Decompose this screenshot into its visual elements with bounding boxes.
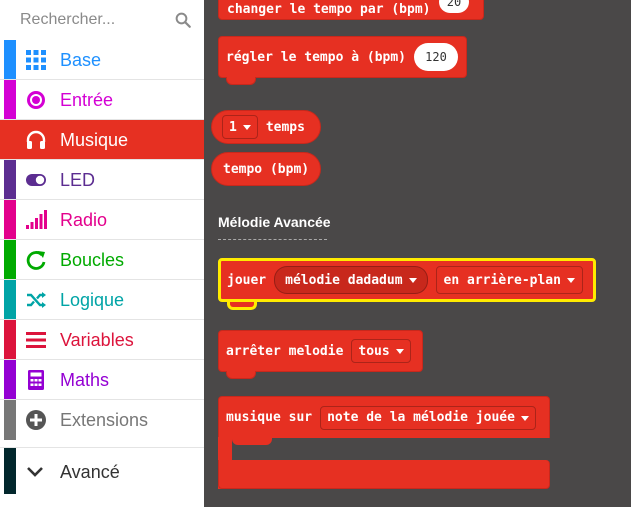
toggle-icon [26, 174, 46, 186]
headphones-icon [26, 130, 46, 149]
event-block-footer [218, 460, 550, 489]
block-text: changer le tempo par (bpm) [227, 1, 431, 17]
refresh-icon [26, 251, 46, 270]
category-led[interactable]: LED [0, 160, 204, 200]
signal-bars-icon [26, 210, 47, 229]
plus-circle-icon [26, 410, 46, 430]
category-color-stripe [4, 240, 16, 279]
category-color-stripe [4, 320, 16, 359]
category-label: Musique [60, 130, 129, 150]
music-event-value: note de la mélodie jouée [327, 410, 515, 425]
category-color-stripe [4, 120, 16, 159]
music-event-block[interactable]: musique sur note de la mélodie jouée [218, 396, 550, 438]
search-input[interactable] [20, 11, 170, 29]
search-icon[interactable] [174, 11, 192, 29]
block-connector [232, 437, 272, 445]
category-color-stripe [4, 200, 16, 239]
dropdown-caret-icon [242, 125, 251, 130]
category-label: Avancé [60, 462, 120, 482]
dropdown-caret-icon [520, 415, 529, 421]
category-color-stripe [4, 448, 16, 494]
melody-value: mélodie dadadum [285, 272, 403, 288]
block-text: temps [265, 119, 305, 135]
category-label: Boucles [60, 250, 125, 270]
playback-mode-value: en arrière-plan [443, 272, 561, 288]
category-logic[interactable]: Logique [0, 280, 204, 320]
change-tempo-block[interactable]: changer le tempo par (bpm) 20 [218, 0, 484, 20]
tempo-reporter-block[interactable]: tempo (bpm) [211, 152, 321, 186]
set-tempo-block[interactable]: régler le tempo à (bpm) 120 [218, 36, 467, 78]
beat-dropdown[interactable]: 1 [222, 115, 258, 139]
tempo-value[interactable]: 120 [414, 43, 459, 71]
tempo-change-value[interactable]: 20 [439, 0, 469, 13]
grid-icon [26, 50, 46, 70]
calculator-icon [28, 370, 44, 390]
block-text: jouer [227, 272, 267, 288]
section-heading: Mélodie Avancée [218, 214, 331, 230]
category-maths[interactable]: Maths [0, 360, 204, 400]
target-icon [27, 91, 45, 109]
play-melody-block[interactable]: jouer mélodie dadadum en arrière-plan [218, 258, 596, 302]
melody-dropdown[interactable]: mélodie dadadum [274, 266, 428, 294]
category-label: Logique [60, 290, 125, 310]
block-connector [226, 371, 256, 379]
category-variables[interactable]: Variables [0, 320, 204, 360]
category-label: Radio [60, 210, 108, 230]
category-color-stripe [4, 360, 16, 399]
chevron-down-icon [27, 467, 43, 477]
playback-mode-dropdown[interactable]: en arrière-plan [435, 266, 583, 294]
dropdown-caret-icon [395, 349, 404, 354]
block-text: musique sur [226, 410, 313, 425]
block-text: régler le tempo à (bpm) [226, 49, 407, 65]
beat-value: 1 [229, 119, 237, 135]
stop-option-dropdown[interactable]: tous [351, 339, 411, 363]
search-bar [0, 0, 204, 40]
category-color-stripe [4, 160, 16, 199]
block-connector [226, 77, 256, 85]
block-text: arrêter melodie [226, 343, 344, 359]
category-label: Extensions [60, 410, 149, 430]
category-advanced[interactable]: Avancé [0, 447, 204, 494]
category-radio[interactable]: Radio [0, 200, 204, 240]
dropdown-caret-icon [408, 278, 417, 283]
block-connector [227, 302, 257, 310]
category-label: Variables [60, 330, 134, 350]
beat-block[interactable]: 1 temps [211, 110, 321, 144]
block-text: tempo (bpm) [223, 161, 310, 177]
category-color-stripe [4, 80, 16, 119]
category-color-stripe [4, 400, 16, 440]
stop-melody-block[interactable]: arrêter melodie tous [218, 330, 423, 372]
category-color-stripe [4, 40, 16, 79]
shuffle-icon [27, 292, 46, 308]
music-event-dropdown[interactable]: note de la mélodie jouée [320, 405, 536, 430]
category-loops[interactable]: Boucles [0, 240, 204, 280]
category-label: Base [60, 50, 102, 70]
category-label: LED [60, 170, 96, 190]
toolbox-sidebar: Base Entrée Musique LED Radio Boucles Lo… [0, 0, 204, 507]
dropdown-caret-icon [566, 278, 575, 283]
list-icon [26, 332, 46, 348]
category-label: Maths [60, 370, 110, 390]
category-input[interactable]: Entrée [0, 80, 204, 120]
category-extensions[interactable]: Extensions [0, 400, 204, 440]
category-color-stripe [4, 280, 16, 319]
section-underline [218, 239, 327, 240]
category-base[interactable]: Base [0, 40, 204, 80]
category-label: Entrée [60, 90, 114, 110]
stop-option-value: tous [358, 343, 390, 359]
category-music[interactable]: Musique [0, 120, 204, 160]
